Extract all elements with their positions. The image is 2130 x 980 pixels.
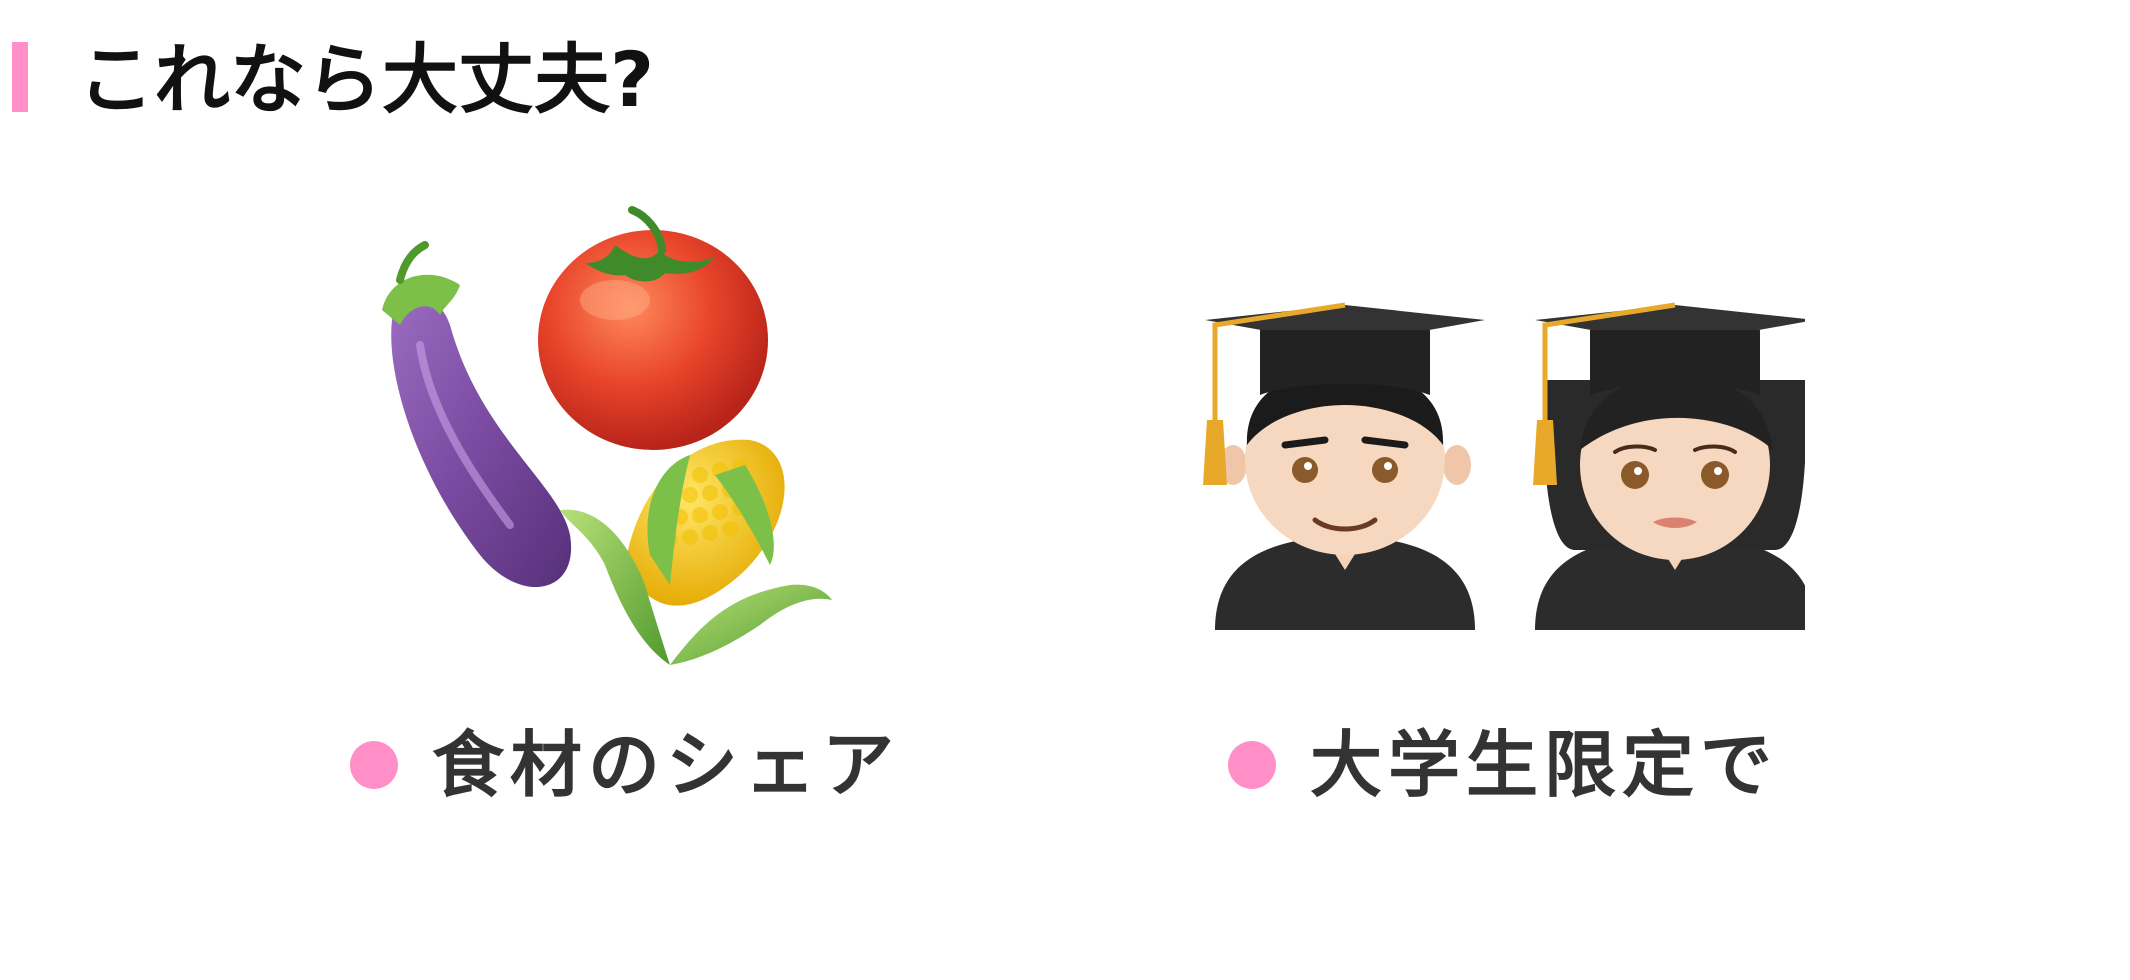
bullet-item-ingredient-sharing: 食材のシェア	[350, 720, 900, 810]
slide: これなら大丈夫? 食材のシェア 大学生限定で	[0, 0, 2130, 980]
corn-icon	[560, 439, 832, 665]
bullet-dot	[1228, 741, 1276, 789]
eggplant-icon	[382, 241, 572, 588]
title-accent-bar	[12, 42, 28, 112]
female-student-icon	[1533, 302, 1805, 630]
bullet-dot	[350, 741, 398, 789]
graduates-illustration	[1203, 302, 1805, 630]
bullet-label: 大学生限定で	[1310, 723, 1779, 807]
male-student-icon	[1203, 302, 1485, 630]
tomato-icon	[538, 206, 768, 450]
slide-title: これなら大丈夫?	[78, 35, 655, 124]
vegetables-illustration	[382, 206, 832, 665]
bullet-item-students-only: 大学生限定で	[1228, 720, 1778, 810]
bullet-label: 食材のシェア	[432, 723, 901, 807]
